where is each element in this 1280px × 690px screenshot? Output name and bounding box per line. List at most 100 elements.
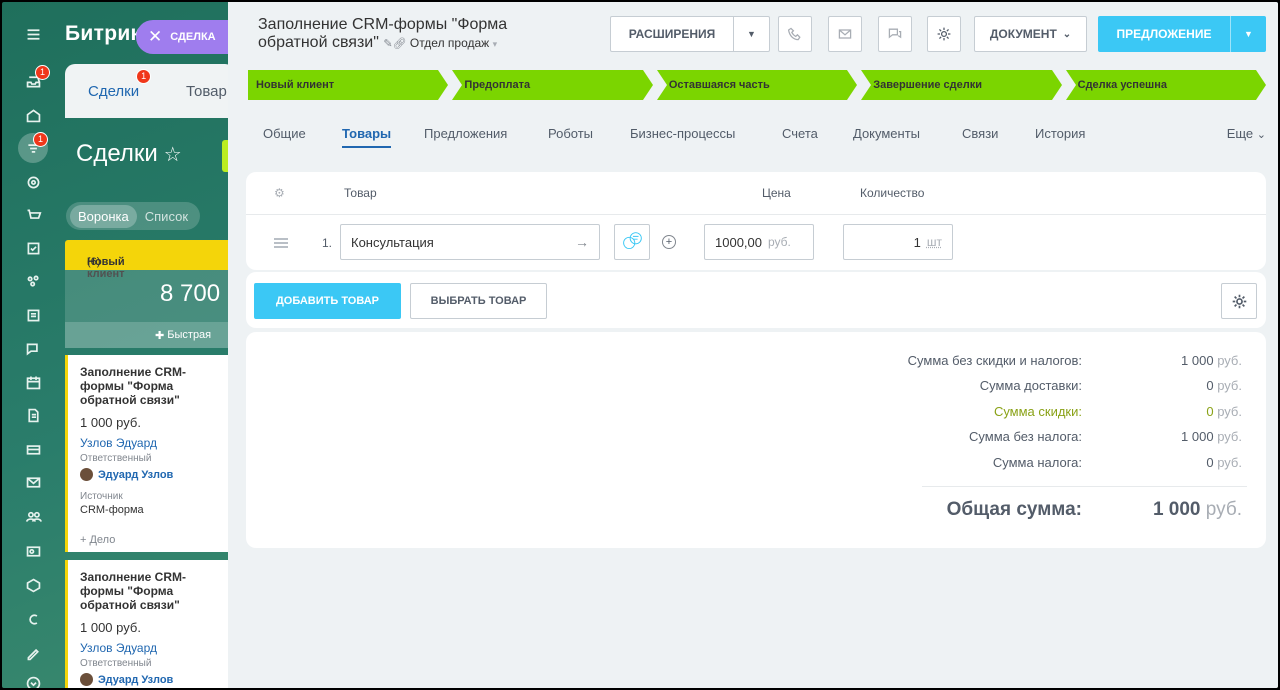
bg-deal-card[interactable]: Заполнение CRM-формы "Форма обратной свя… — [65, 355, 235, 552]
product-name-input[interactable]: Консультация → — [340, 224, 600, 260]
box-icon[interactable] — [16, 570, 50, 600]
menu-icon[interactable] — [16, 19, 50, 49]
stage-bar: Новый клиент Предоплата Оставшаяся часть… — [248, 70, 1267, 100]
add-product-button[interactable]: ДОБАВИТЬ ТОВАР — [254, 283, 401, 319]
card-resp-label: Ответственный — [80, 658, 152, 669]
mail-icon — [838, 29, 852, 39]
stage-prepayment[interactable]: Предоплата — [452, 70, 653, 100]
gear-icon — [937, 27, 951, 41]
quantity-input[interactable]: 1 шт — [843, 224, 953, 260]
view-funnel[interactable]: Воронка — [70, 204, 137, 228]
bg-quick-add[interactable]: ✚ Быстрая — [65, 322, 235, 348]
card-add-activity[interactable]: + Дело — [80, 534, 223, 546]
consult-icon — [623, 232, 642, 249]
mail-icon[interactable] — [16, 467, 50, 497]
tab-proposals[interactable]: Предложения — [424, 126, 507, 141]
gear-icon[interactable]: ⚙ — [274, 186, 285, 200]
total-row-label: Сумма без налога: — [969, 429, 1082, 444]
totals-panel: Сумма без скидки и налогов: 1 000 руб. С… — [246, 332, 1266, 548]
bg-tab-goods[interactable]: Товар — [186, 83, 227, 100]
total-row-label: Сумма скидки: — [993, 404, 1082, 419]
chevron-down-icon[interactable] — [16, 668, 50, 688]
product-settings-button[interactable] — [1221, 283, 1257, 319]
view-list[interactable]: Список — [137, 205, 196, 228]
bg-deal-card[interactable]: Заполнение CRM-формы "Форма обратной свя… — [65, 560, 235, 688]
stage-remaining[interactable]: Оставшаяся часть — [656, 70, 858, 100]
total-row-value: 0 руб. — [1206, 378, 1242, 393]
card-link[interactable]: Узлов Эдуард — [80, 641, 223, 655]
inbox-icon[interactable]: 1 — [16, 65, 50, 96]
add-variant-icon[interactable]: + — [662, 235, 676, 249]
card-price: 1 000 руб. — [80, 415, 141, 430]
filter-badge: 1 — [32, 132, 48, 147]
total-row-value: 0 руб. — [1206, 404, 1242, 419]
cart-icon[interactable] — [16, 200, 50, 230]
apps-icon[interactable] — [16, 266, 50, 296]
totals-divider — [922, 486, 1247, 487]
products-panel: ⚙ Товар Цена Количество 1. Консультация →… — [246, 172, 1266, 270]
bg-tab-deals[interactable]: Сделки 1 — [88, 69, 152, 100]
drag-handle-icon[interactable] — [274, 238, 288, 248]
tab-business-processes[interactable]: Бизнес-процессы — [630, 126, 735, 141]
price-input[interactable]: 1000,00 руб. — [704, 224, 814, 260]
chevron-down-icon[interactable]: ▼ — [1230, 16, 1266, 52]
card-link[interactable]: Узлов Эдуард — [80, 436, 223, 450]
deal-close-pill[interactable]: ✕ СДЕЛКА — [136, 20, 230, 54]
chevron-down-icon[interactable]: ▼ — [733, 17, 769, 51]
total-row-value: 1 000 руб. — [1181, 429, 1242, 444]
chevron-down-icon: ⌄ — [1256, 129, 1266, 141]
tasks-icon[interactable] — [16, 233, 50, 263]
contact-card-icon[interactable] — [16, 536, 50, 566]
chat-button[interactable] — [878, 16, 912, 52]
tab-general[interactable]: Общие — [263, 126, 306, 141]
phone-button[interactable] — [778, 16, 812, 52]
document-button[interactable]: ДОКУМЕНТ ⌄ — [974, 16, 1087, 52]
close-icon[interactable]: ✕ — [148, 27, 162, 47]
extensions-button[interactable]: РАСШИРЕНИЯ ▼ — [610, 16, 770, 52]
tab-history[interactable]: История — [1035, 126, 1085, 141]
chat-icon[interactable] — [16, 334, 50, 364]
sign-icon[interactable] — [16, 638, 50, 668]
arrow-right-icon[interactable]: → — [575, 234, 589, 250]
document-icon[interactable] — [16, 400, 50, 430]
bg-page-title-text: Сделки — [76, 140, 158, 167]
tab-products[interactable]: Товары — [342, 126, 392, 148]
calendar-icon[interactable] — [16, 367, 50, 397]
deal-tabs: Общие Товары Предложения Роботы Бизнес-п… — [248, 120, 1266, 152]
tab-more[interactable]: Еще ⌄ — [1227, 126, 1266, 141]
filter-icon[interactable]: 1 — [18, 132, 48, 163]
bg-tab-deals-label: Сделки — [88, 83, 140, 100]
feed-icon[interactable] — [16, 300, 50, 330]
card-user[interactable]: Эдуард Узлов — [80, 673, 223, 686]
proposal-button[interactable]: ПРЕДЛОЖЕНИЕ ▼ — [1098, 16, 1266, 52]
target-icon[interactable] — [16, 167, 50, 197]
chevron-down-icon[interactable]: ▾ — [493, 39, 498, 49]
total-row-value: 0 руб. — [1206, 455, 1242, 470]
card-resp-label: Ответственный — [80, 453, 152, 464]
edit-pencil-icon[interactable]: ✎ — [383, 38, 392, 50]
stage-completion[interactable]: Завершение сделки — [861, 70, 1062, 100]
total-row-value: 1 000 руб. — [1181, 353, 1242, 368]
stage-success[interactable]: Сделка успешна — [1065, 70, 1267, 100]
total-row-label: Сумма доставки: — [979, 378, 1082, 393]
drive-icon[interactable] — [16, 434, 50, 464]
product-image[interactable] — [614, 224, 650, 260]
stage-new-client[interactable]: Новый клиент — [248, 70, 449, 100]
link-icon[interactable]: 🔗︎ — [393, 38, 407, 50]
tab-links[interactable]: Связи — [962, 126, 998, 141]
star-icon[interactable]: ☆ — [164, 144, 182, 166]
avatar — [80, 468, 93, 481]
deal-category[interactable]: ✎🔗︎ Отдел продаж ▾ — [383, 36, 497, 50]
pick-product-button[interactable]: ВЫБРАТЬ ТОВАР — [410, 283, 547, 319]
settings-button[interactable] — [927, 16, 961, 52]
home-icon[interactable] — [16, 100, 50, 130]
tab-invoices[interactable]: Счета — [782, 126, 818, 141]
tab-robots[interactable]: Роботы — [548, 126, 593, 141]
people-icon[interactable] — [16, 501, 50, 531]
tab-documents[interactable]: Документы — [853, 126, 920, 141]
total-row-label: Сумма налога: — [992, 455, 1082, 470]
card-user[interactable]: Эдуард Узлов — [80, 468, 223, 481]
site-icon[interactable] — [16, 604, 50, 634]
email-button[interactable] — [828, 16, 862, 52]
chevron-down-icon: ⌄ — [1062, 28, 1072, 40]
